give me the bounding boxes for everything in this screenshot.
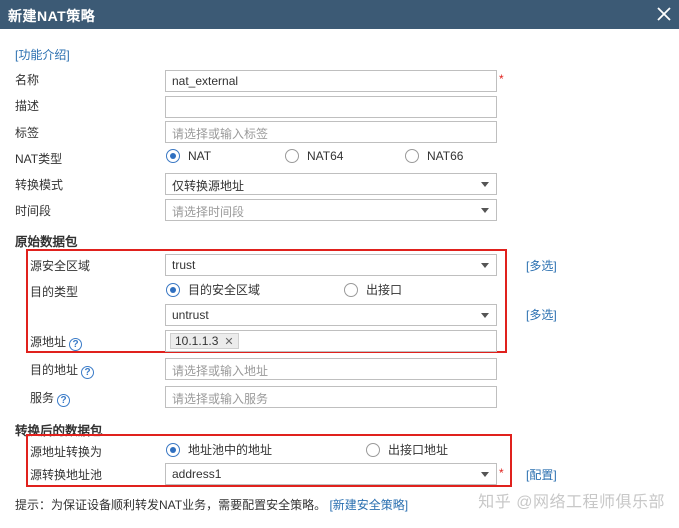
dest-type-option-zone[interactable]: 目的安全区域: [166, 281, 260, 298]
radio-selected-icon: [166, 282, 180, 297]
service-label: 服务?: [30, 389, 71, 407]
convert-mode-value: 仅转换源地址: [172, 179, 245, 193]
footer-hint: 提示：为保证设备顺利转发NAT业务，需要配置安全策略。 [新建安全策略]: [15, 496, 408, 513]
src-translate-option-label: 地址池中的地址: [188, 443, 273, 457]
footer-hint-text: 提示：为保证设备顺利转发NAT业务，需要配置安全策略。: [15, 498, 327, 512]
dest-address-label: 目的地址?: [30, 361, 95, 379]
time-range-placeholder: 请选择时间段: [172, 205, 245, 219]
dialog-titlebar: 新建NAT策略: [0, 0, 679, 29]
help-icon[interactable]: ?: [81, 366, 95, 379]
src-pool-value: address1: [172, 467, 222, 481]
dropdown-arrow-icon: [481, 313, 489, 318]
time-range-select[interactable]: 请选择时间段: [165, 199, 497, 221]
close-icon[interactable]: [653, 3, 675, 25]
dropdown-arrow-icon: [481, 182, 489, 187]
watermark: 知乎 @网络工程师俱乐部: [478, 494, 665, 511]
dropdown-arrow-icon: [481, 263, 489, 268]
src-address-tag: 10.1.1.3 ✕: [170, 333, 239, 349]
dest-type-label: 目的类型: [30, 285, 79, 299]
name-label: 名称: [15, 73, 40, 87]
original-packet-heading: 原始数据包: [15, 235, 78, 249]
tag-label: 标签: [15, 126, 40, 140]
tag-input[interactable]: 请选择或输入标签: [165, 121, 497, 143]
nat-type-option-nat[interactable]: NAT: [166, 149, 211, 163]
radio-selected-icon: [166, 149, 180, 163]
src-zone-select[interactable]: trust: [165, 254, 497, 276]
help-icon[interactable]: ?: [57, 394, 71, 407]
convert-mode-label: 转换模式: [15, 178, 64, 192]
nat-type-option-nat64[interactable]: NAT64: [285, 149, 343, 163]
description-label: 描述: [15, 99, 40, 113]
src-address-label: 源地址?: [30, 333, 83, 351]
name-input[interactable]: nat_external: [165, 70, 497, 92]
src-address-label-text: 源地址: [30, 335, 67, 349]
dest-type-option-interface[interactable]: 出接口: [344, 281, 402, 298]
new-security-policy-link[interactable]: [新建安全策略]: [329, 498, 408, 512]
radio-icon: [366, 442, 380, 457]
intro-link[interactable]: [功能介绍]: [15, 46, 70, 63]
dest-zone-multi-select-link[interactable]: [多选]: [526, 306, 557, 323]
convert-mode-select[interactable]: 仅转换源地址: [165, 173, 497, 195]
time-range-label: 时间段: [15, 204, 52, 218]
nat-type-option-nat66[interactable]: NAT66: [405, 149, 463, 163]
radio-icon: [285, 149, 299, 163]
dest-zone-value: untrust: [172, 308, 209, 322]
dialog-title: 新建NAT策略: [8, 8, 96, 24]
description-input[interactable]: [165, 96, 497, 118]
src-zone-label: 源安全区域: [30, 259, 91, 273]
radio-icon: [405, 149, 419, 163]
src-pool-label: 源转换地址池: [30, 468, 103, 482]
src-zone-multi-select-link[interactable]: [多选]: [526, 257, 557, 274]
dest-type-option-label: 出接口: [366, 283, 403, 297]
src-address-tag-value: 10.1.1.3: [175, 334, 219, 348]
radio-selected-icon: [166, 442, 180, 457]
dest-type-option-label: 目的安全区域: [188, 283, 261, 297]
service-input[interactable]: 请选择或输入服务: [165, 386, 497, 408]
help-icon[interactable]: ?: [69, 338, 83, 351]
dest-zone-select[interactable]: untrust: [165, 304, 497, 326]
src-zone-value: trust: [172, 258, 196, 272]
dest-address-input[interactable]: 请选择或输入地址: [165, 358, 497, 380]
src-translate-option-pool[interactable]: 地址池中的地址: [166, 441, 272, 458]
dropdown-arrow-icon: [481, 472, 489, 477]
src-translate-option-interface[interactable]: 出接口地址: [366, 441, 448, 458]
required-mark: *: [499, 72, 504, 86]
dropdown-arrow-icon: [481, 208, 489, 213]
required-mark: *: [499, 466, 504, 480]
service-label-text: 服务: [30, 391, 55, 405]
src-pool-config-link[interactable]: [配置]: [526, 466, 557, 483]
dest-address-label-text: 目的地址: [30, 363, 79, 377]
radio-icon: [344, 282, 358, 297]
nat-type-option-label: NAT: [188, 149, 212, 163]
nat-type-option-label: NAT66: [427, 149, 464, 163]
src-translate-label: 源地址转换为: [30, 445, 103, 459]
src-translate-option-label: 出接口地址: [388, 443, 449, 457]
nat-type-option-label: NAT64: [307, 149, 344, 163]
remove-tag-icon[interactable]: ✕: [224, 335, 233, 348]
nat-type-label: NAT类型: [15, 152, 63, 166]
src-pool-select[interactable]: address1: [165, 463, 497, 485]
